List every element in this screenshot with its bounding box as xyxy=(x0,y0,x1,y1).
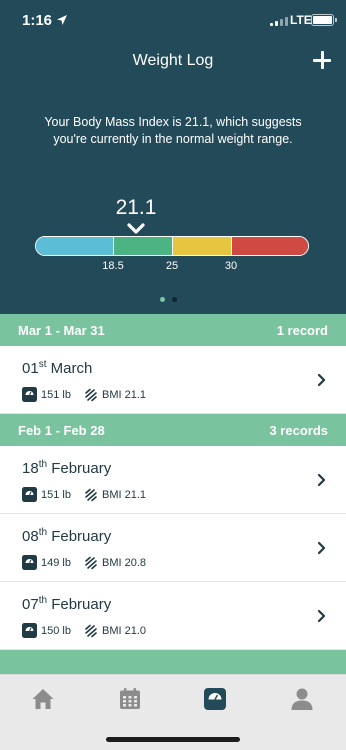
status-bar: 1:16 LTE xyxy=(0,0,346,44)
page-dot-active[interactable] xyxy=(160,297,165,302)
bmi-segment-obese xyxy=(231,237,308,255)
bmi-segment-overweight xyxy=(172,237,231,255)
page-dot[interactable] xyxy=(172,297,177,302)
record-weight: 151 lb xyxy=(41,388,71,401)
bmi-icon xyxy=(85,488,97,501)
month-range: Feb 1 - Feb 28 xyxy=(18,422,105,438)
bmi-segment-underweight xyxy=(36,237,113,255)
status-time: 1:16 xyxy=(22,12,53,29)
calendar-icon[interactable] xyxy=(118,687,142,711)
page-title: Weight Log xyxy=(132,52,214,69)
bmi-scale-bar xyxy=(35,236,309,256)
month-range: Mar 1 - Mar 31 xyxy=(18,322,105,338)
record-stats: 151 lb BMI 21.1 xyxy=(22,487,146,502)
scale-icon xyxy=(22,387,37,402)
chevron-right-icon xyxy=(317,373,326,387)
signal-icon xyxy=(270,16,290,26)
month-group-header: Mar 1 - Mar 31 1 record xyxy=(0,314,346,346)
weight-record-list[interactable]: Mar 1 - Mar 31 1 record 01st March 151 l… xyxy=(0,314,346,674)
record-stats: 149 lb BMI 20.8 xyxy=(22,555,146,570)
bmi-icon xyxy=(85,388,97,401)
record-bmi: BMI 21.0 xyxy=(101,624,147,637)
scale-icon xyxy=(22,555,37,570)
record-count: 3 records xyxy=(269,422,328,438)
bmi-header-panel: 1:16 LTE Weight Log Your Body Mass Index… xyxy=(0,0,346,322)
chevron-right-icon xyxy=(317,473,326,487)
month-group-header-partial xyxy=(0,650,346,674)
record-date: 18th February xyxy=(22,459,112,477)
record-date: 01st March xyxy=(22,359,93,377)
record-weight: 150 lb xyxy=(41,624,71,637)
bmi-message: Your Body Mass Index is 21.1, which sugg… xyxy=(44,115,302,146)
record-date: 07th February xyxy=(22,595,112,613)
record-date: 08th February xyxy=(22,527,112,545)
home-icon[interactable] xyxy=(31,687,55,711)
battery-icon xyxy=(311,14,334,26)
record-row[interactable]: 01st March 151 lb BMI 21.1 xyxy=(0,346,346,414)
record-row[interactable]: 07th February 150 lb BMI 21.0 xyxy=(0,582,346,650)
bmi-tick-label: 30 xyxy=(224,260,238,272)
bmi-tick-label: 18.5 xyxy=(102,260,124,272)
bmi-icon xyxy=(85,556,97,569)
bmi-icon xyxy=(85,624,97,637)
record-count: 1 record xyxy=(276,322,328,338)
record-stats: 151 lb BMI 21.1 xyxy=(22,387,146,402)
chevron-right-icon xyxy=(317,609,326,623)
record-bmi: BMI 21.1 xyxy=(101,488,147,501)
bmi-marker-chevron-icon xyxy=(127,223,145,234)
record-weight: 149 lb xyxy=(41,556,71,569)
record-weight: 151 lb xyxy=(41,488,71,501)
record-bmi: BMI 21.1 xyxy=(101,388,147,401)
scale-icon[interactable] xyxy=(203,687,227,711)
battery-tip xyxy=(335,18,337,22)
bmi-segment-normal xyxy=(113,237,172,255)
scale-icon xyxy=(22,487,37,502)
add-record-button[interactable] xyxy=(310,48,334,72)
profile-icon[interactable] xyxy=(290,687,314,711)
chevron-right-icon xyxy=(317,541,326,555)
scale-icon xyxy=(22,623,37,638)
record-bmi: BMI 20.8 xyxy=(101,556,147,569)
home-indicator[interactable] xyxy=(106,737,240,742)
bmi-tick-label: 25 xyxy=(165,260,179,272)
record-row[interactable]: 18th February 151 lb BMI 21.1 xyxy=(0,446,346,514)
location-arrow-icon xyxy=(57,15,67,25)
month-group-header: Feb 1 - Feb 28 3 records xyxy=(0,414,346,446)
carrier-label: LTE xyxy=(290,13,312,27)
record-row[interactable]: 08th February 149 lb BMI 20.8 xyxy=(0,514,346,582)
record-stats: 150 lb BMI 21.0 xyxy=(22,623,146,638)
page-indicator[interactable] xyxy=(160,297,177,302)
bmi-value: 21.1 xyxy=(115,196,157,219)
